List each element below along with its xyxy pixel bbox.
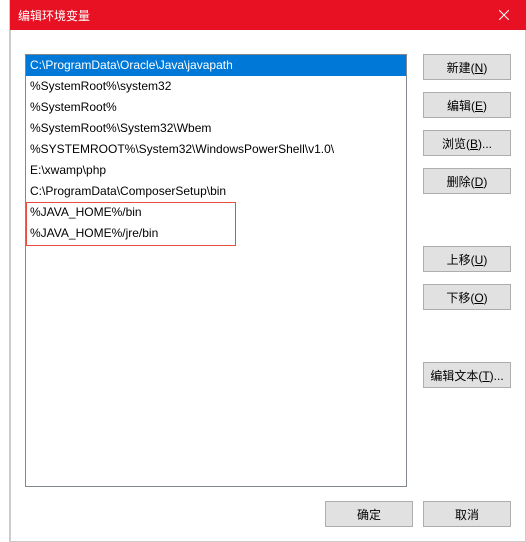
edittext-button[interactable]: 编辑文本(T)... (423, 362, 511, 388)
close-icon (499, 10, 509, 20)
list-item[interactable]: %JAVA_HOME%/jre/bin (26, 223, 406, 244)
dialog-title: 编辑环境变量 (18, 7, 481, 24)
list-item[interactable]: C:\ProgramData\Oracle\Java\javapath (26, 55, 406, 76)
list-item[interactable]: %SystemRoot%\system32 (26, 76, 406, 97)
new-button[interactable]: 新建(N) (423, 54, 511, 80)
button-column: 新建(N) 编辑(E) 浏览(B)... 删除(D) 上移(U) 下移(O) 编… (423, 54, 511, 400)
list-item[interactable]: %SYSTEMROOT%\System32\WindowsPowerShell\… (26, 139, 406, 160)
titlebar: 编辑环境变量 (10, 0, 526, 30)
list-item[interactable]: %SystemRoot% (26, 97, 406, 118)
delete-button[interactable]: 删除(D) (423, 168, 511, 194)
ok-button[interactable]: 确定 (325, 501, 413, 527)
path-listbox[interactable]: C:\ProgramData\Oracle\Java\javapath%Syst… (25, 54, 407, 487)
movedown-button[interactable]: 下移(O) (423, 284, 511, 310)
dialog-body: C:\ProgramData\Oracle\Java\javapath%Syst… (10, 30, 526, 542)
list-item[interactable]: %JAVA_HOME%/bin (26, 202, 406, 223)
edit-button[interactable]: 编辑(E) (423, 92, 511, 118)
content-area: C:\ProgramData\Oracle\Java\javapath%Syst… (25, 54, 511, 487)
dialog-footer: 确定 取消 (11, 487, 525, 541)
list-item[interactable]: E:\xwamp\php (26, 160, 406, 181)
close-button[interactable] (481, 0, 526, 30)
list-item[interactable]: %SystemRoot%\System32\Wbem (26, 118, 406, 139)
list-item[interactable]: C:\ProgramData\ComposerSetup\bin (26, 181, 406, 202)
browse-button[interactable]: 浏览(B)... (423, 130, 511, 156)
window-left-edge (0, 0, 10, 542)
cancel-button[interactable]: 取消 (423, 501, 511, 527)
moveup-button[interactable]: 上移(U) (423, 246, 511, 272)
